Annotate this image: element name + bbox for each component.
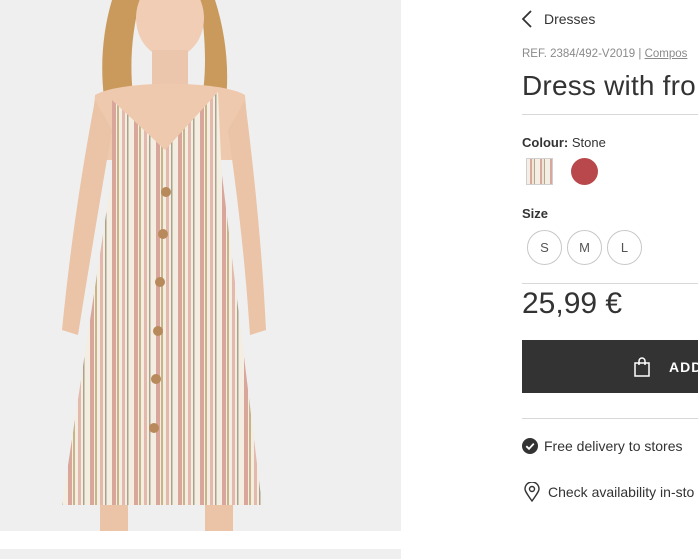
size-option-s[interactable]: S [527, 230, 562, 265]
composition-link[interactable]: Compos [645, 48, 688, 60]
add-to-bag-button[interactable]: ADD [522, 340, 698, 393]
delivery-label: Free delivery to stores [544, 438, 683, 454]
divider [522, 114, 698, 115]
product-reference: REF. 2384/492-V2019 | Compos [522, 48, 687, 60]
product-price: 25,99 € [522, 287, 623, 320]
size-option-l[interactable]: L [607, 230, 642, 265]
back-to-dresses-link[interactable]: Dresses [522, 8, 595, 30]
reference-text: REF. 2384/492-V2019 | [522, 48, 642, 60]
size-label: Size [522, 206, 549, 221]
size-option-m[interactable]: M [567, 230, 602, 265]
colour-swatch-red[interactable] [571, 158, 598, 185]
dress-photo-illustration [62, 0, 266, 531]
availability-label: Check availability in-sto [548, 484, 695, 500]
add-button-label: ADD [669, 358, 698, 375]
shopping-bag-icon [634, 356, 650, 377]
product-info: Dresses REF. 2384/492-V2019 | Compos Dre… [522, 0, 698, 559]
divider [522, 418, 698, 419]
colour-selection-label: Colour: Stone [522, 135, 606, 150]
location-pin-icon [524, 482, 540, 502]
colour-label: Colour: [522, 135, 569, 150]
chevron-left-icon [522, 10, 532, 28]
next-image-preview[interactable] [0, 549, 401, 559]
product-image[interactable] [0, 0, 401, 531]
free-delivery-info: Free delivery to stores [522, 438, 683, 454]
check-availability-link[interactable]: Check availability in-sto [524, 482, 694, 502]
check-circle-icon [522, 438, 538, 454]
product-title: Dress with fro [522, 70, 696, 101]
colour-value: Stone [571, 135, 606, 150]
divider [522, 283, 698, 284]
colour-swatch-stone[interactable] [526, 158, 553, 185]
back-link-label: Dresses [544, 11, 596, 27]
